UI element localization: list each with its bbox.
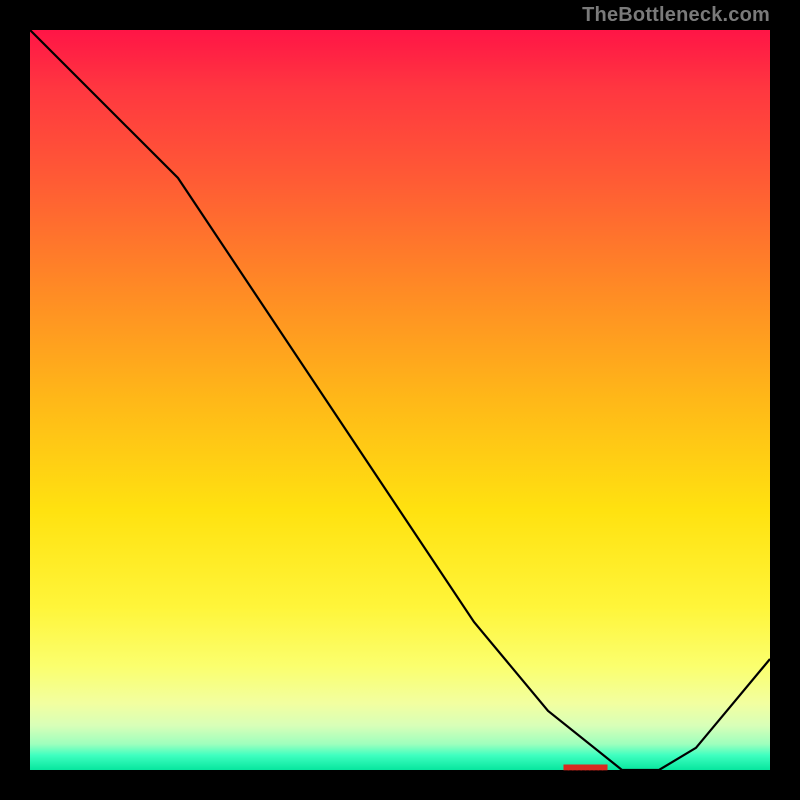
series-path [30, 30, 770, 770]
line-series-svg [30, 30, 770, 770]
chart-frame: TheBottleneck.com ■■■■■■■■■■ [0, 0, 800, 800]
watermark-text: TheBottleneck.com [582, 4, 770, 27]
optimum-marker: ■■■■■■■■■■ [563, 760, 605, 774]
